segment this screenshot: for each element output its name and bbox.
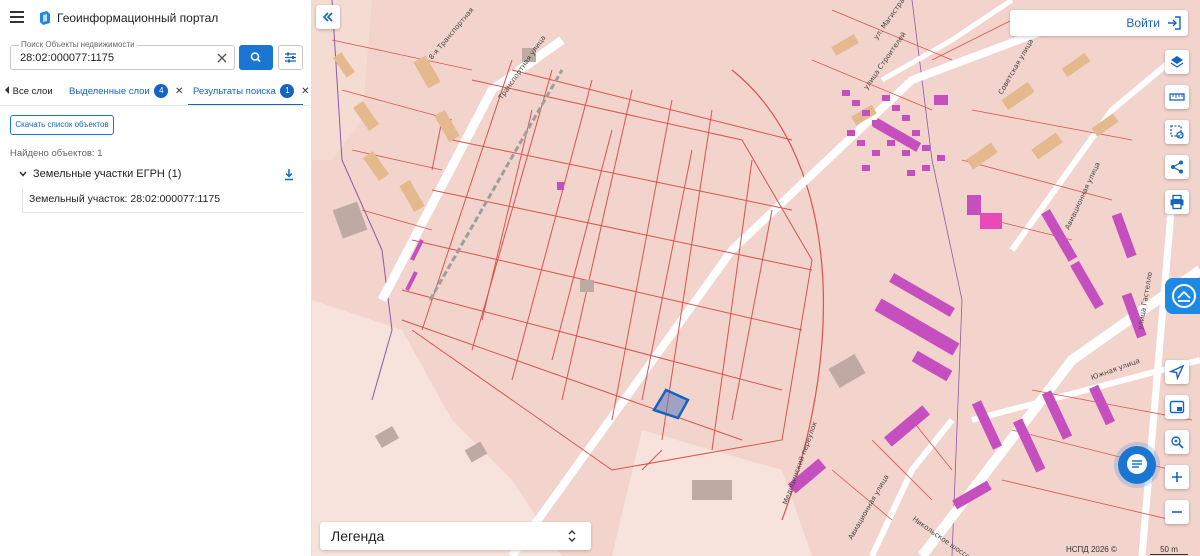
chat-button[interactable] (1118, 446, 1156, 484)
map-street-label: ул. Магистральная (872, 0, 919, 41)
search-icon (250, 52, 261, 63)
filter-button[interactable] (278, 45, 303, 70)
share-icon (1171, 160, 1183, 174)
chat-icon (1127, 454, 1147, 474)
scale-bar: 50 m (1150, 545, 1188, 555)
minimap-icon (1169, 400, 1185, 414)
locate-icon (1169, 364, 1185, 380)
share-button[interactable] (1165, 155, 1189, 179)
geo-search-button[interactable] (1165, 430, 1189, 454)
tab-all-layers-label: Все слои (12, 86, 53, 97)
result-group-label: Земельные участки ЕГРН (1) (33, 168, 182, 180)
layers-button[interactable] (1165, 50, 1189, 74)
zoom-in-button[interactable] (1165, 465, 1189, 489)
print-icon (1170, 194, 1184, 210)
login-button[interactable]: Войти (1010, 10, 1188, 36)
ruler-button[interactable] (1165, 85, 1189, 109)
zoom-out-icon (1172, 511, 1182, 513)
search-field[interactable]: Поиск Объекты недвижимости (10, 40, 235, 70)
minimap-button[interactable] (1165, 395, 1189, 419)
layers-icon (1170, 56, 1184, 68)
chevron-left-icon (5, 86, 9, 94)
collapse-sidebar-button[interactable] (316, 5, 340, 29)
selected-count-badge: 4 (154, 84, 169, 98)
tab-all-layers[interactable]: Все слои (4, 82, 53, 104)
ruler-icon (1169, 93, 1185, 101)
double-chevron-left-icon (322, 12, 333, 22)
sidebar: Геоинформационный портал Поиск Объекты н… (0, 0, 312, 556)
logo-icon (40, 11, 50, 25)
zoom-out-button[interactable] (1165, 500, 1189, 524)
result-item[interactable]: Земельный участок: 28:02:000077:1175 (22, 187, 303, 213)
select-area-icon (1170, 125, 1184, 139)
tabs-divider (0, 105, 312, 106)
result-group-header[interactable]: Земельные участки ЕГРН (1) (18, 167, 303, 183)
map-street-label: Транспортная улица (497, 34, 548, 102)
chevron-down-icon (19, 171, 27, 177)
map-street-label: улица Строителей (862, 31, 908, 92)
filter-icon (285, 52, 296, 63)
geo-search-icon (1171, 436, 1184, 449)
search-label: Поиск Объекты недвижимости (19, 40, 137, 49)
map-street-label: Никольское шоссе (911, 515, 972, 556)
hamburger-icon[interactable] (10, 11, 24, 23)
app-root: Геоинформационный портал Поиск Объекты н… (0, 0, 1200, 556)
download-icon[interactable] (283, 168, 295, 181)
map-street-label: 8-я Транспортная (427, 6, 475, 61)
login-icon (1168, 16, 1181, 30)
locate-button[interactable] (1165, 360, 1189, 384)
map-base: 8-я Транспортная Транспортная улица улиц… (312, 0, 1200, 556)
clear-icon[interactable] (214, 50, 230, 66)
zoom-in-icon (1172, 472, 1182, 482)
download-list-button[interactable]: Скачать список объектов (10, 115, 114, 135)
tab-selected-layers-label: Выделенные слои (69, 86, 150, 97)
login-label: Войти (1126, 16, 1160, 30)
legend-panel[interactable]: Легенда (320, 522, 591, 550)
side-panel-button[interactable] (1165, 278, 1200, 314)
unfold-icon (568, 530, 576, 542)
sidebar-header: Геоинформационный портал (0, 0, 312, 36)
close-icon[interactable]: ✕ (301, 82, 309, 102)
search-button[interactable] (239, 45, 273, 70)
print-button[interactable] (1165, 190, 1189, 214)
found-count: Найдено объектов: 1 (10, 148, 103, 159)
tab-search-results[interactable]: Результаты поиска 1 ✕ (193, 82, 309, 104)
tab-selected-layers[interactable]: Выделенные слои 4 ✕ (69, 82, 183, 104)
results-count-badge: 1 (280, 84, 295, 98)
select-area-button[interactable] (1165, 120, 1189, 144)
close-icon[interactable]: ✕ (175, 82, 183, 102)
legend-label: Легенда (331, 528, 385, 544)
search-input[interactable] (20, 52, 210, 64)
chat-icon (1172, 284, 1196, 308)
app-title: Геоинформационный портал (57, 11, 219, 25)
map-attribution: НСПД 2026 © (1066, 545, 1117, 554)
tab-search-results-label: Результаты поиска (193, 86, 276, 97)
map-canvas[interactable]: 8-я Транспортная Транспортная улица улиц… (312, 0, 1200, 556)
sidebar-tabs: Все слои Выделенные слои 4 ✕ Результаты … (0, 82, 312, 106)
